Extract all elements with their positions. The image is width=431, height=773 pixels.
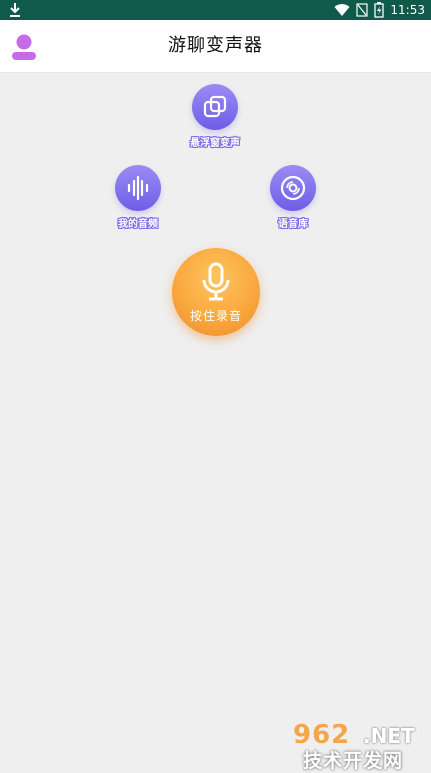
overlay-windows-icon bbox=[203, 95, 227, 118]
floating-window-voice-button[interactable]: 悬浮窗变声 bbox=[165, 84, 265, 149]
signal-off-icon bbox=[356, 3, 369, 17]
app-bar: 游聊变声器 bbox=[0, 20, 431, 73]
status-bar: 11:53 bbox=[0, 0, 431, 20]
battery-charging-icon bbox=[374, 2, 385, 18]
watermark-logo: 962 .NET 技术开发网 bbox=[293, 720, 429, 772]
wifi-icon bbox=[334, 4, 350, 17]
my-audio-button[interactable]: 我的音频 bbox=[88, 165, 188, 230]
hold-to-record-label: 按住录音 bbox=[189, 309, 242, 323]
microphone-icon bbox=[202, 262, 230, 301]
status-time: 11:53 bbox=[390, 3, 425, 17]
voice-library-button[interactable]: 语音库 bbox=[243, 165, 343, 230]
hold-to-record-button[interactable]: 按住录音 bbox=[172, 248, 260, 336]
floating-window-voice-circle[interactable] bbox=[192, 84, 238, 130]
watermark-domain: .NET bbox=[363, 724, 415, 748]
voice-library-circle[interactable] bbox=[270, 165, 316, 211]
voice-library-label: 语音库 bbox=[278, 219, 308, 230]
my-audio-label: 我的音频 bbox=[118, 219, 158, 230]
disc-icon bbox=[280, 175, 306, 201]
my-audio-circle[interactable] bbox=[115, 165, 161, 211]
page-title: 游聊变声器 bbox=[168, 35, 263, 56]
download-icon bbox=[10, 3, 20, 17]
floating-window-voice-label: 悬浮窗变声 bbox=[190, 138, 240, 149]
waveform-icon bbox=[127, 175, 149, 201]
